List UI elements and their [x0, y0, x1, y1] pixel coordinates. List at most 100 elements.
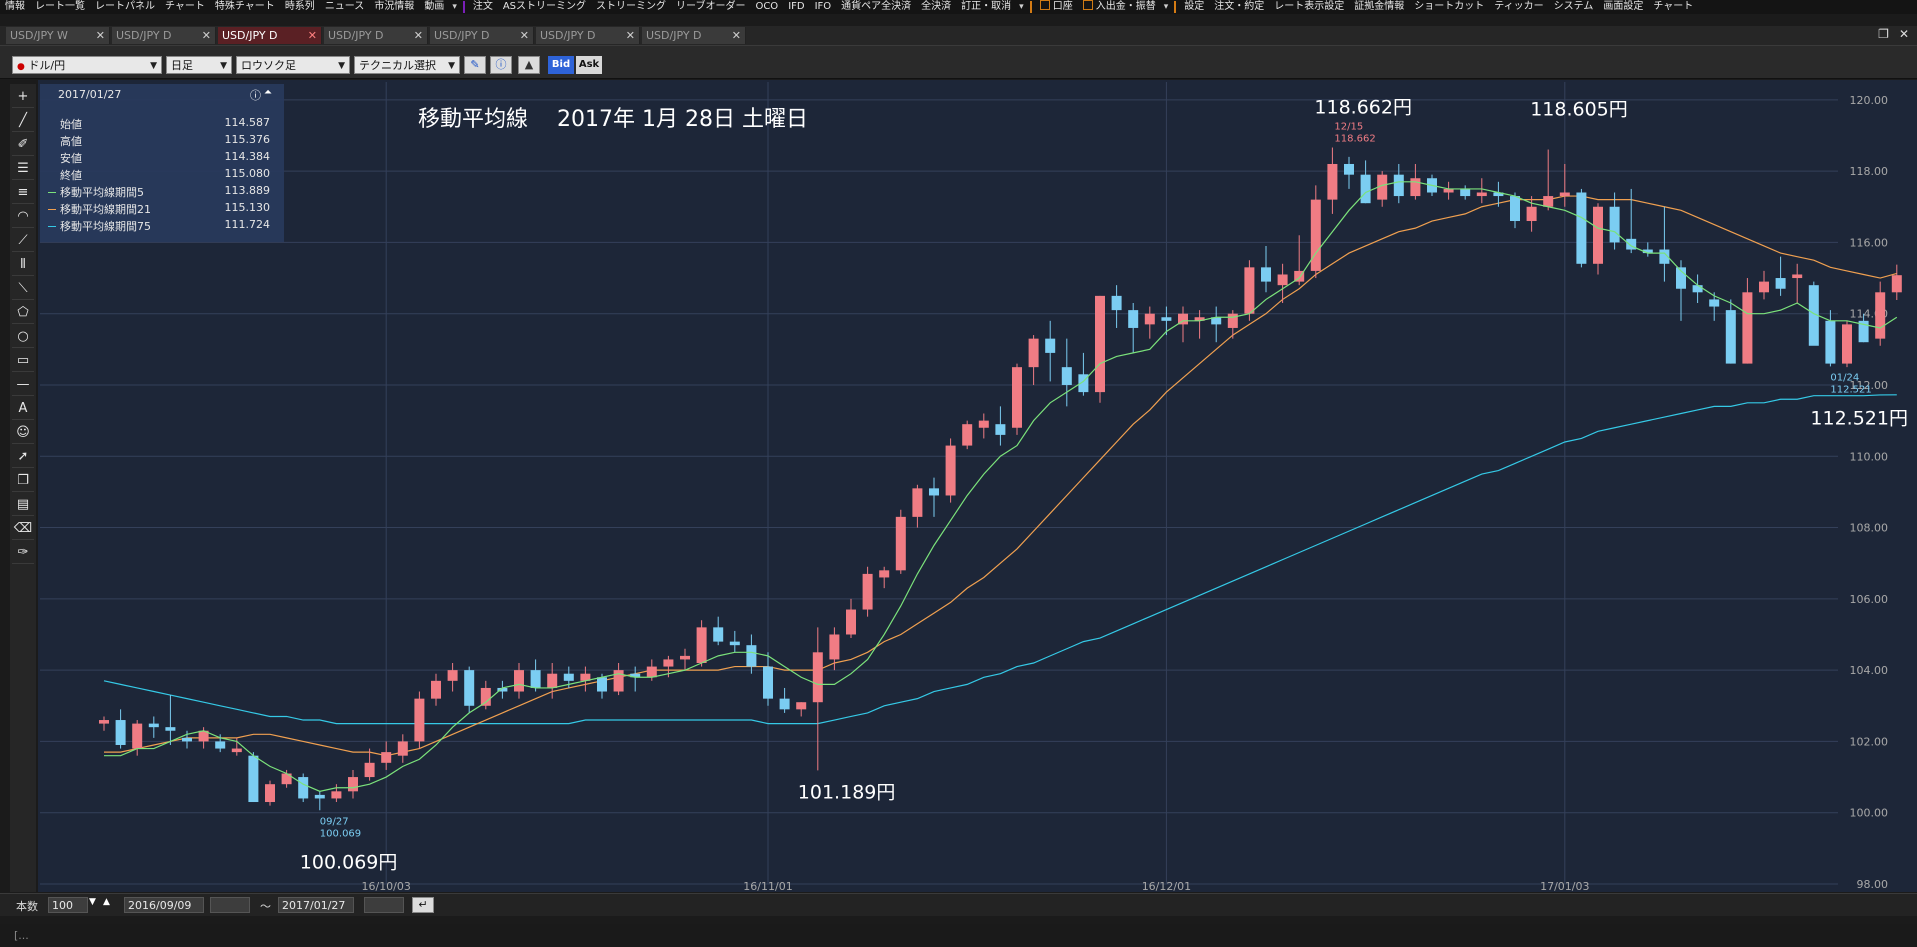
close-tab-icon[interactable]: ✕	[202, 27, 211, 44]
close-tab-icon[interactable]: ✕	[520, 27, 529, 44]
menu-item-8[interactable]: 動画	[419, 0, 449, 14]
menu-item-12[interactable]: リーブオーダー	[671, 0, 750, 14]
candle-body	[1310, 199, 1321, 271]
from-time-field[interactable]	[210, 897, 250, 913]
crosshair-icon[interactable]: +	[12, 86, 34, 108]
menu-item-1[interactable]: レート一覧	[30, 0, 90, 14]
menu-item-4[interactable]: 特殊チャート	[210, 0, 280, 14]
info-button[interactable]: ⓘ	[490, 56, 512, 74]
candle-body	[447, 670, 458, 681]
reset-button[interactable]: ↵	[412, 897, 434, 913]
menu-item-20[interactable]: 入出金・振替	[1078, 0, 1161, 14]
menu-item-5[interactable]: 時系列	[280, 0, 320, 14]
ask-button[interactable]: Ask	[576, 56, 602, 74]
rectangle-icon[interactable]: ▭	[12, 350, 34, 372]
pentagon-icon[interactable]: ⬠	[12, 302, 34, 324]
info-label: 移動平均線期間75	[60, 220, 151, 233]
copy-icon[interactable]: ❐	[12, 470, 34, 492]
close-tab-icon[interactable]: ✕	[96, 27, 105, 44]
technical-select[interactable]: テクニカル選択 ▼	[354, 56, 460, 74]
collapse-icon[interactable]: ⏶	[264, 87, 272, 98]
circle-icon[interactable]: ○	[12, 326, 34, 348]
timeframe-select[interactable]: 日足 ▼	[166, 56, 232, 74]
candle-body	[1759, 281, 1769, 293]
text-icon[interactable]: A	[12, 398, 34, 420]
eyedropper-icon[interactable]: ✑	[12, 542, 34, 564]
menu-item-24[interactable]: 証拠金情報	[1349, 0, 1409, 14]
count-field[interactable]: 100	[48, 897, 88, 913]
menu-item-10[interactable]: ASストリーミング	[498, 0, 591, 14]
separator-line-icon[interactable]: —	[12, 374, 34, 396]
menu-item-29[interactable]: チャート	[1648, 0, 1698, 14]
paste-icon[interactable]: ▤	[12, 494, 34, 516]
pencil-button[interactable]: ✎	[464, 56, 486, 74]
menu-more-icon[interactable]: ▾	[1016, 2, 1027, 12]
from-date-field[interactable]: 2016/09/09	[124, 897, 204, 913]
trendline-icon[interactable]: ╱	[12, 110, 34, 132]
ohlc-info-panel: 2017/01/27 ⓘ ⏶ 始値 114.587 高値 115.376 安値 114.3…	[40, 84, 284, 242]
menu-item-22[interactable]: 注文・約定	[1209, 0, 1269, 14]
menu-item-27[interactable]: システム	[1549, 0, 1599, 14]
menu-item-3[interactable]: チャート	[160, 0, 210, 14]
chart-area[interactable]: 98.00 100.00 102.00 104.00 106.00 108.00 110.0…	[38, 80, 1917, 892]
menu-more-icon[interactable]: ▾	[1161, 2, 1172, 12]
menu-item-7[interactable]: 市況情報	[369, 0, 419, 14]
close-tab-icon[interactable]: ✕	[626, 27, 635, 44]
y-tick-label: 120.00	[1850, 94, 1889, 107]
menu-item-9[interactable]: 注文	[468, 0, 498, 14]
chart-style-select[interactable]: ロウソク足 ▼	[236, 56, 350, 74]
menu-more-icon[interactable]: ▾	[449, 2, 460, 12]
close-tab-icon[interactable]: ✕	[308, 27, 317, 44]
menu-item-21[interactable]: 設定	[1179, 0, 1209, 14]
tab-3[interactable]: USD/JPY D ✕	[324, 27, 428, 44]
area-chart-button[interactable]: ▲	[518, 56, 540, 74]
gann-icon[interactable]: ⟍	[12, 278, 34, 300]
chart-toolbar: ● ドル/円 ▼ 日足 ▼ ロウソク足 ▼ テクニカル選択 ▼ ✎ ⓘ ▲ Bi…	[0, 46, 1917, 79]
tab-4[interactable]: USD/JPY D ✕	[430, 27, 534, 44]
menu-item-11[interactable]: ストリーミング	[591, 0, 671, 14]
tab-2[interactable]: USD/JPY D ✕	[218, 27, 322, 44]
close-tab-icon[interactable]: ✕	[414, 27, 423, 44]
menu-item-14[interactable]: IFD	[783, 0, 809, 14]
info-icon[interactable]: ⓘ	[250, 87, 261, 103]
menu-item-13[interactable]: OCO	[750, 0, 783, 14]
menu-item-17[interactable]: 全決済	[916, 0, 956, 14]
pair-select[interactable]: ● ドル/円 ▼	[12, 56, 162, 74]
ruler-icon[interactable]: ✐	[12, 134, 34, 156]
menu-item-18[interactable]: 訂正・取消	[956, 0, 1016, 14]
smiley-icon[interactable]: ☺	[12, 422, 34, 444]
menu-item-0[interactable]: 情報	[0, 0, 30, 14]
menu-item-2[interactable]: レートパネル	[90, 0, 160, 14]
tab-0[interactable]: USD/JPY W ✕	[6, 27, 110, 44]
menu-item-26[interactable]: ティッカー	[1489, 0, 1548, 14]
spin-up-icon[interactable]: ▲	[103, 897, 110, 907]
annotation-price: 118.605円	[1530, 99, 1628, 121]
spin-down-icon[interactable]: ▼	[89, 897, 96, 907]
vertical-lines-icon[interactable]: ⦀	[12, 254, 34, 276]
fan-icon[interactable]: ⟋	[12, 230, 34, 252]
menu-item-16[interactable]: 通貨ペア全決済	[836, 0, 916, 14]
multi-line-icon[interactable]: ≡	[12, 182, 34, 204]
menu-item-25[interactable]: ショートカット	[1409, 0, 1489, 14]
candlestick-chart[interactable]: 98.00 100.00 102.00 104.00 106.00 108.00 110.0…	[38, 80, 1917, 892]
bid-button[interactable]: Bid	[548, 56, 574, 74]
to-time-field[interactable]	[364, 897, 404, 913]
restore-icon[interactable]: ❐	[1878, 27, 1889, 41]
candle-body	[1875, 292, 1886, 339]
close-icon[interactable]: ✕	[1899, 27, 1909, 41]
close-tab-icon[interactable]: ✕	[732, 27, 741, 44]
horizontal-line-icon[interactable]: ☰	[12, 158, 34, 180]
eraser-icon[interactable]: ⌫	[12, 518, 34, 540]
tab-1[interactable]: USD/JPY D ✕	[112, 27, 216, 44]
candle-body	[1526, 206, 1537, 222]
menu-item-28[interactable]: 画面設定	[1598, 0, 1648, 14]
menu-item-19[interactable]: 口座	[1035, 0, 1078, 14]
arc-icon[interactable]: ◠	[12, 206, 34, 228]
menu-item-15[interactable]: IFO	[810, 0, 837, 14]
menu-item-6[interactable]: ニュース	[320, 0, 370, 14]
tab-5[interactable]: USD/JPY D ✕	[536, 27, 640, 44]
tab-6[interactable]: USD/JPY D ✕	[642, 27, 746, 44]
to-date-field[interactable]: 2017/01/27	[278, 897, 354, 913]
cursor-icon[interactable]: ➚	[12, 446, 34, 468]
menu-item-23[interactable]: レート表示設定	[1269, 0, 1349, 14]
